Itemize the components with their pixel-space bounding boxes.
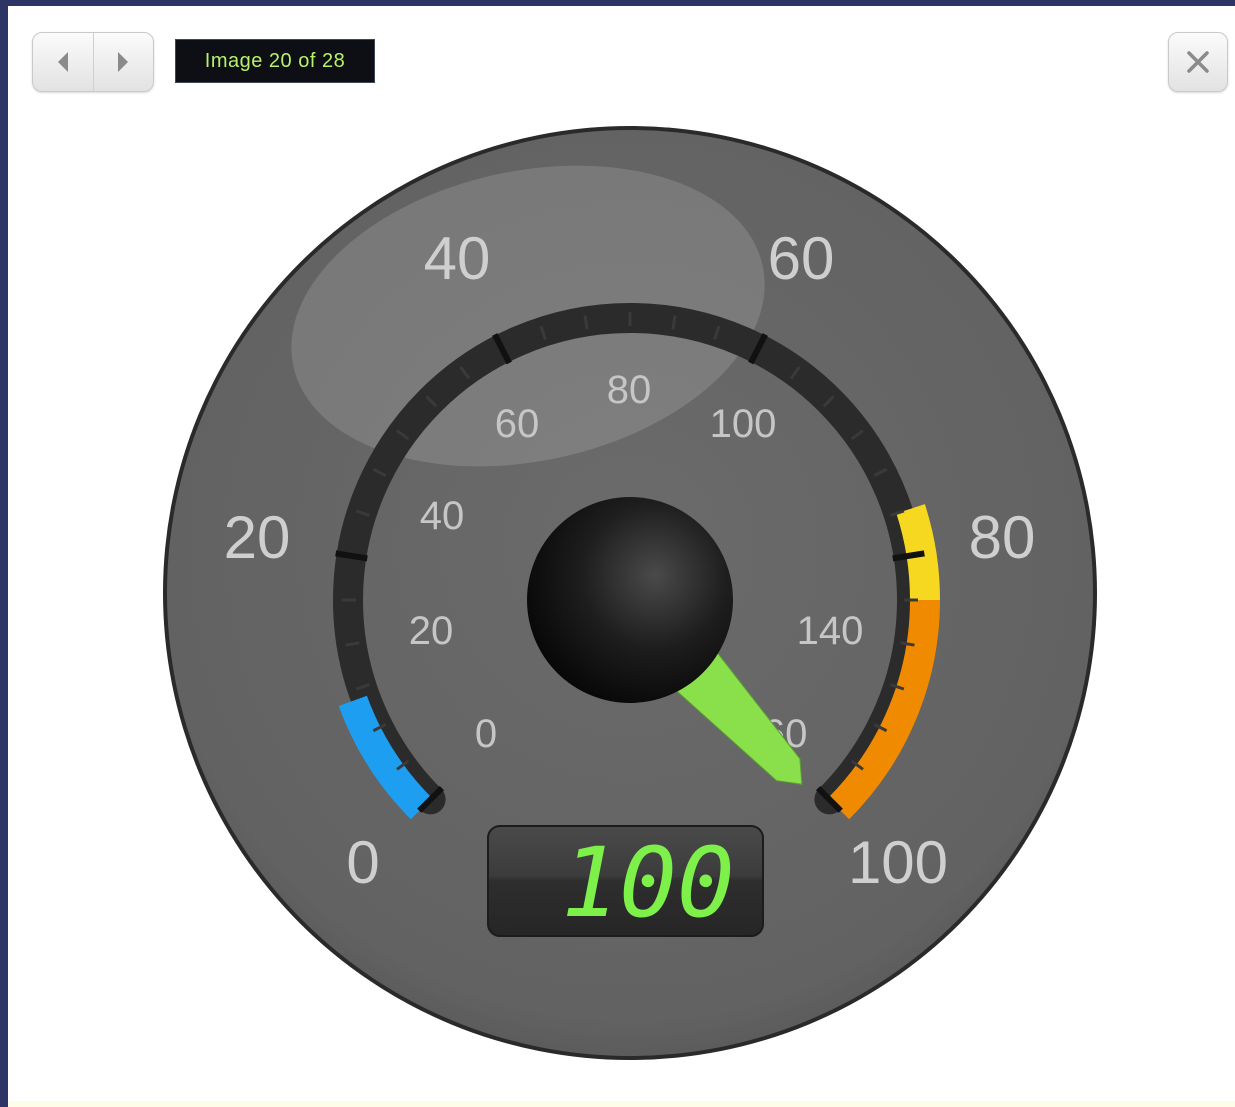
lightbox-window: Image 20 of 28 0 20 40 60 80 100 0 20 40… [8,6,1235,1107]
inner-tick-label: 140 [797,609,864,653]
footer-strip [8,1101,1235,1107]
speedometer-gauge: 0 20 40 60 80 100 0 20 40 60 80 100 140 … [163,126,1097,1060]
outer-tick-label: 20 [224,504,291,571]
outer-tick-label: 60 [768,225,835,292]
inner-tick-label: 60 [495,402,540,446]
inner-tick-label: 80 [607,368,652,412]
needle-hub [527,497,733,703]
inner-tick-label: 40 [420,494,465,538]
inner-tick-label: 100 [710,402,777,446]
inner-tick-label: 20 [409,609,454,653]
inner-tick-label: 0 [475,712,497,756]
digital-readout: 100 [561,827,734,939]
outer-tick-label: 0 [346,829,379,896]
outer-tick-label: 40 [424,225,491,292]
outer-tick-label: 80 [969,504,1036,571]
outer-tick-label: 100 [848,829,948,896]
